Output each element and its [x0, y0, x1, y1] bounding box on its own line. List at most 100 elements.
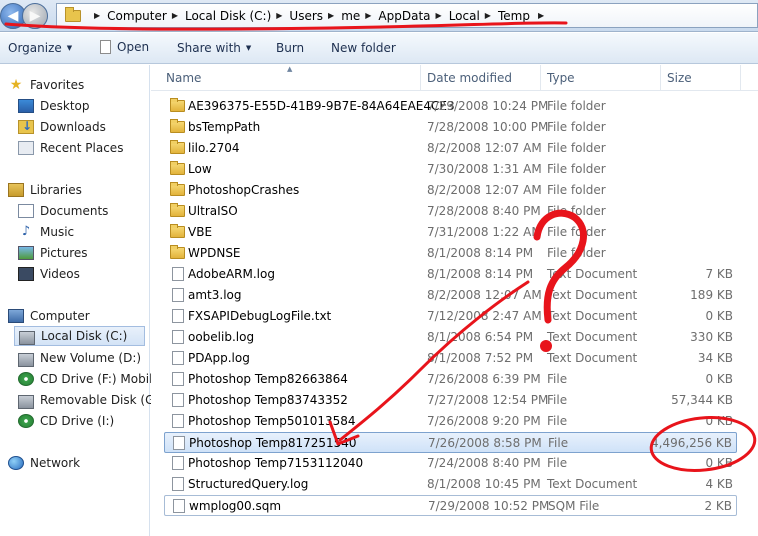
nav-recent-places[interactable]: Recent Places [18, 138, 123, 158]
sort-ascending-icon: ▲ [287, 65, 293, 73]
file-size: 0 KB [705, 372, 733, 386]
recent-places-icon [18, 141, 34, 155]
breadcrumb-item-local-disk[interactable]: ▶ Local Disk (C:) [167, 9, 271, 23]
nav-music[interactable]: ♪ Music [18, 222, 74, 242]
file-row[interactable]: FXSAPIDebugLogFile.txt 7/12/2008 2:47 AM T… [164, 306, 737, 327]
share-with-button[interactable]: Share with ▼ [177, 41, 251, 55]
nav-videos[interactable]: Videos [18, 264, 80, 284]
address-bar: ◀ ▶ ▶ Computer ▶ Local Disk (C:) ▶ Users ▶ m… [0, 0, 758, 32]
breadcrumb-item-local[interactable]: ▶ Local [431, 9, 480, 23]
file-icon [172, 393, 184, 407]
file-name: bsTempPath [188, 120, 261, 134]
chevron-right-icon[interactable]: ▶ [365, 11, 371, 20]
breadcrumb[interactable]: ▶ Computer ▶ Local Disk (C:) ▶ Users ▶ me ▶ A… [56, 3, 758, 28]
nav-removable-disk[interactable]: Removable Disk (G:) [18, 390, 163, 410]
file-size: 4 KB [705, 477, 733, 491]
file-list: ▲ Name Date modified Type Size AE396375-… [151, 65, 758, 536]
file-row[interactable]: Photoshop Temp501013584 7/26/2008 9:20 PM… [164, 411, 737, 432]
file-row[interactable]: wmplog00.sqm 7/29/2008 10:52 PM SQM File 2 … [164, 495, 737, 516]
file-size: 57,344 KB [671, 393, 733, 407]
forward-arrow-icon: ▶ [29, 8, 41, 24]
chevron-right-icon[interactable]: ▶ [436, 11, 442, 20]
chevron-right-icon[interactable]: ▶ [94, 11, 100, 20]
breadcrumb-item-appdata[interactable]: ▶ AppData [360, 9, 430, 23]
nav-local-disk[interactable]: Local Disk (C:) [14, 326, 145, 346]
folder-row[interactable]: Low 7/30/2008 1:31 AM File folder [164, 159, 737, 180]
nav-cd-drive-f[interactable]: CD Drive (F:) Mobile [18, 369, 160, 389]
open-button[interactable]: Open [100, 40, 149, 54]
back-arrow-icon: ◀ [7, 8, 19, 24]
file-date-modified: 7/26/2008 6:39 PM [427, 372, 541, 386]
file-icon [172, 330, 184, 344]
file-row[interactable]: oobelib.log 8/1/2008 6:54 PM Text Document… [164, 327, 737, 348]
file-type: Text Document [547, 351, 638, 365]
folder-row[interactable]: UltraISO 7/28/2008 8:40 PM File folder [164, 201, 737, 222]
file-row[interactable]: Photoshop Temp817251540 7/26/2008 8:58 PM… [164, 432, 737, 453]
folder-row[interactable]: VBE 7/31/2008 1:22 AM File folder [164, 222, 737, 243]
nav-downloads[interactable]: Downloads [18, 117, 106, 137]
file-type: File [547, 456, 568, 470]
nav-cd-drive-i[interactable]: CD Drive (I:) [18, 411, 114, 431]
file-row[interactable]: Photoshop Temp82663864 7/26/2008 6:39 PM F… [164, 369, 737, 390]
column-divider[interactable] [740, 65, 741, 91]
file-row[interactable]: AdobeARM.log 8/1/2008 8:14 PM Text Documen… [164, 264, 737, 285]
column-header-type[interactable]: Type [547, 71, 575, 85]
file-size: 330 KB [690, 330, 733, 344]
folder-icon [65, 6, 81, 22]
file-date-modified: 7/27/2008 12:54 PM [427, 393, 549, 407]
file-date-modified: 8/1/2008 8:14 PM [427, 267, 534, 281]
file-name: AE396375-E55D-41B9-9B7E-84A64EAE4CE3 [188, 99, 455, 113]
chevron-right-icon[interactable]: ▶ [485, 11, 491, 20]
file-icon [172, 477, 184, 491]
chevron-right-icon[interactable]: ▶ [328, 11, 334, 20]
breadcrumb-item-users[interactable]: ▶ Users [271, 9, 323, 23]
breadcrumb-item-computer[interactable]: ▶ Computer [89, 9, 167, 23]
file-size: 189 KB [690, 288, 733, 302]
folder-row[interactable]: PhotoshopCrashes 8/2/2008 12:07 AM File fo… [164, 180, 737, 201]
nav-libraries[interactable]: Libraries [8, 180, 82, 200]
file-row[interactable]: Photoshop Temp7153112040 7/24/2008 8:40 P… [164, 453, 737, 474]
file-icon [172, 351, 184, 365]
chevron-right-icon[interactable]: ▶ [172, 11, 178, 20]
file-type: File [547, 414, 568, 428]
nav-desktop[interactable]: Desktop [18, 96, 90, 116]
nav-computer[interactable]: Computer [8, 306, 90, 326]
folder-row[interactable]: bsTempPath 7/28/2008 10:00 PM File folder [164, 117, 737, 138]
breadcrumb-item-temp[interactable]: ▶ Temp ▶ [480, 9, 551, 23]
folder-row[interactable]: lilo.2704 8/2/2008 12:07 AM File folder [164, 138, 737, 159]
folder-row[interactable]: AE396375-E55D-41B9-9B7E-84A64EAE4CE3 7/29… [164, 96, 737, 117]
file-row[interactable]: amt3.log 8/2/2008 12:07 AM Text Document 18… [164, 285, 737, 306]
forward-button[interactable]: ▶ [22, 3, 48, 29]
column-header-name[interactable]: Name [166, 71, 201, 85]
file-date-modified: 7/12/2008 2:47 AM [427, 309, 542, 323]
chevron-right-icon[interactable]: ▶ [538, 11, 544, 20]
breadcrumb-item-me[interactable]: ▶ me [323, 9, 360, 23]
file-type: SQM File [548, 499, 600, 513]
new-folder-button[interactable]: New folder [331, 41, 396, 55]
file-name: WPDNSE [188, 246, 241, 260]
organize-button[interactable]: Organize ▼ [8, 41, 72, 55]
column-divider[interactable] [660, 65, 661, 91]
nav-pictures[interactable]: Pictures [18, 243, 88, 263]
libraries-icon [8, 183, 24, 197]
nav-documents[interactable]: Documents [18, 201, 108, 221]
videos-icon [18, 267, 34, 281]
file-type: File folder [547, 183, 606, 197]
file-icon [173, 499, 185, 513]
column-divider[interactable] [420, 65, 421, 91]
file-row[interactable]: Photoshop Temp83743352 7/27/2008 12:54 PM… [164, 390, 737, 411]
folder-icon [170, 224, 185, 238]
column-divider[interactable] [540, 65, 541, 91]
nav-new-volume[interactable]: New Volume (D:) [18, 348, 141, 368]
nav-network[interactable]: Network [8, 453, 80, 473]
chevron-right-icon[interactable]: ▶ [276, 11, 282, 20]
file-row[interactable]: PDApp.log 8/1/2008 7:52 PM Text Document 34… [164, 348, 737, 369]
folder-row[interactable]: WPDNSE 8/1/2008 8:14 PM File folder [164, 243, 737, 264]
column-header-size[interactable]: Size [667, 71, 692, 85]
burn-button[interactable]: Burn [276, 41, 304, 55]
column-header-date[interactable]: Date modified [427, 71, 512, 85]
file-type: File folder [547, 141, 606, 155]
star-icon: ★ [9, 77, 23, 93]
nav-favorites[interactable]: ★ Favorites [8, 75, 85, 95]
file-row[interactable]: StructuredQuery.log 8/1/2008 10:45 PM Text… [164, 474, 737, 495]
